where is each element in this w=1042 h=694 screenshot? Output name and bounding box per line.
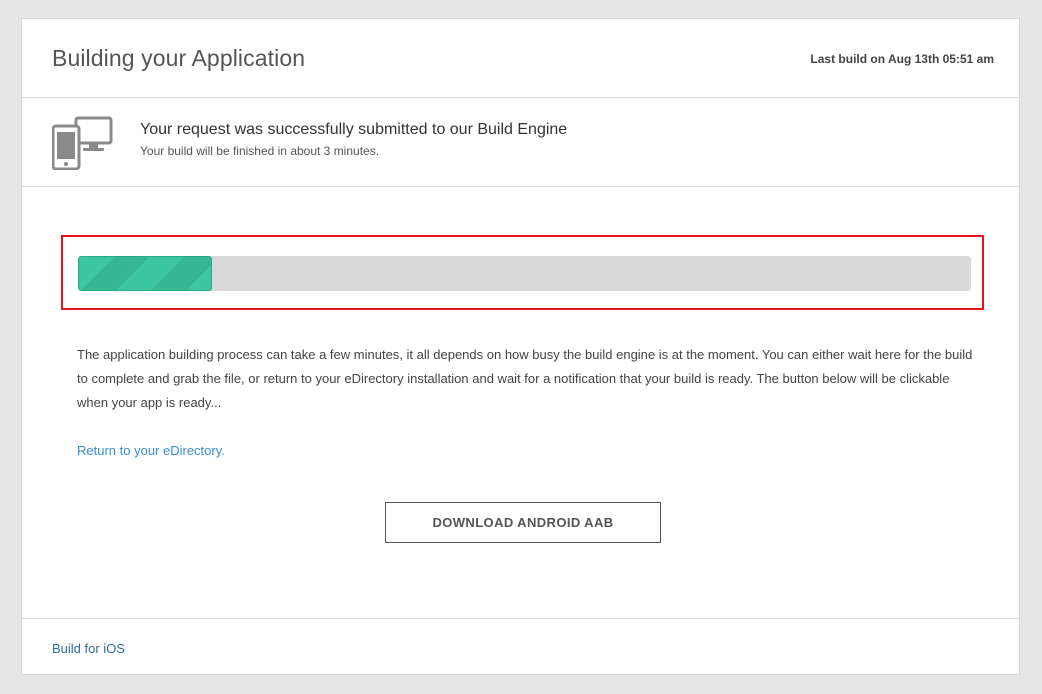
progress-fill bbox=[78, 256, 212, 291]
build-panel: Building your Application Last build on … bbox=[21, 18, 1020, 675]
panel-header: Building your Application Last build on … bbox=[22, 19, 1019, 98]
last-build-timestamp: Last build on Aug 13th 05:51 am bbox=[810, 52, 994, 66]
status-subtitle: Your build will be finished in about 3 m… bbox=[140, 144, 380, 158]
build-progress-bar bbox=[78, 256, 971, 291]
devices-icon bbox=[52, 116, 113, 170]
download-android-aab-button[interactable]: DOWNLOAD ANDROID AAB bbox=[385, 502, 661, 543]
status-title: Your request was successfully submitted … bbox=[140, 121, 568, 138]
panel-footer: Build for iOS bbox=[22, 618, 1019, 676]
progress-highlight-frame bbox=[61, 235, 984, 310]
page-title: Building your Application bbox=[52, 45, 306, 71]
build-status-section: Your request was successfully submitted … bbox=[22, 97, 1019, 187]
build-for-ios-link[interactable]: Build for iOS bbox=[52, 641, 125, 656]
build-description: The application building process can tak… bbox=[77, 347, 973, 410]
return-to-edirectory-link[interactable]: Return to your eDirectory. bbox=[77, 443, 225, 458]
